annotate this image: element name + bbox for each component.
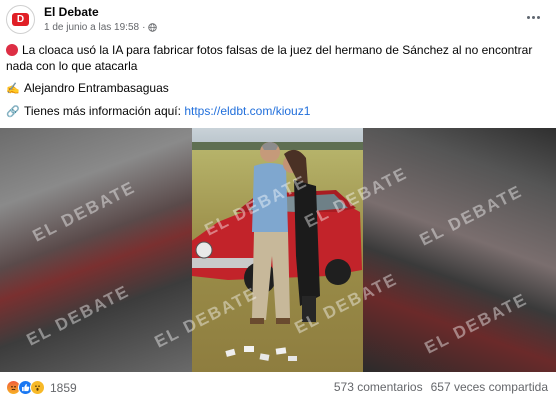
meta-separator: · <box>142 22 146 33</box>
reactions-summary[interactable]: 1859 <box>6 380 77 395</box>
comments-count[interactable]: 573 comentarios <box>334 380 423 394</box>
page-avatar[interactable]: D <box>6 5 35 34</box>
globe-icon <box>148 23 158 32</box>
post-footer: 1859 573 comentarios 657 veces compartid… <box>0 374 556 403</box>
shares-count[interactable]: 657 veces compartida <box>431 380 548 394</box>
post-stats: 573 comentarios 657 veces compartida <box>334 380 548 394</box>
post-header: D El Debate 1 de junio a las 19:58 · <box>0 0 556 38</box>
link-icon: 🔗 <box>6 106 20 118</box>
scattered-papers <box>225 346 297 361</box>
reaction-count: 1859 <box>50 380 77 395</box>
red-circle-icon <box>6 44 18 56</box>
el-debate-logo: D <box>12 13 29 26</box>
wow-icon <box>30 380 45 395</box>
more-options-icon[interactable] <box>524 10 542 24</box>
post-timestamp[interactable]: 1 de junio a las 19:58 <box>44 22 139 33</box>
info-prefix: Tienes más información aquí: <box>24 104 181 118</box>
post-text: La cloaca usó la IA para fabricar fotos … <box>6 42 550 120</box>
info-line: 🔗 Tienes más información aquí: https://el… <box>6 103 550 120</box>
avatar-letter: D <box>16 13 25 25</box>
page-name[interactable]: El Debate <box>44 5 99 19</box>
article-link[interactable]: https://eldbt.com/kiouz1 <box>184 104 310 118</box>
post-meta: 1 de junio a las 19:58 · <box>44 22 158 33</box>
headline-line: La cloaca usó la IA para fabricar fotos … <box>6 42 550 74</box>
author-name: Alejandro Entrambasaguas <box>24 81 169 95</box>
post-media[interactable]: EL DEBATE EL DEBATE EL DEBATE EL DEBATE … <box>0 128 556 372</box>
headline: La cloaca usó la IA para fabricar fotos … <box>6 43 533 73</box>
author-line: ✍ Alejandro Entrambasaguas <box>6 80 550 97</box>
writing-hand-icon: ✍ <box>6 83 20 95</box>
post-photo[interactable] <box>192 128 363 372</box>
